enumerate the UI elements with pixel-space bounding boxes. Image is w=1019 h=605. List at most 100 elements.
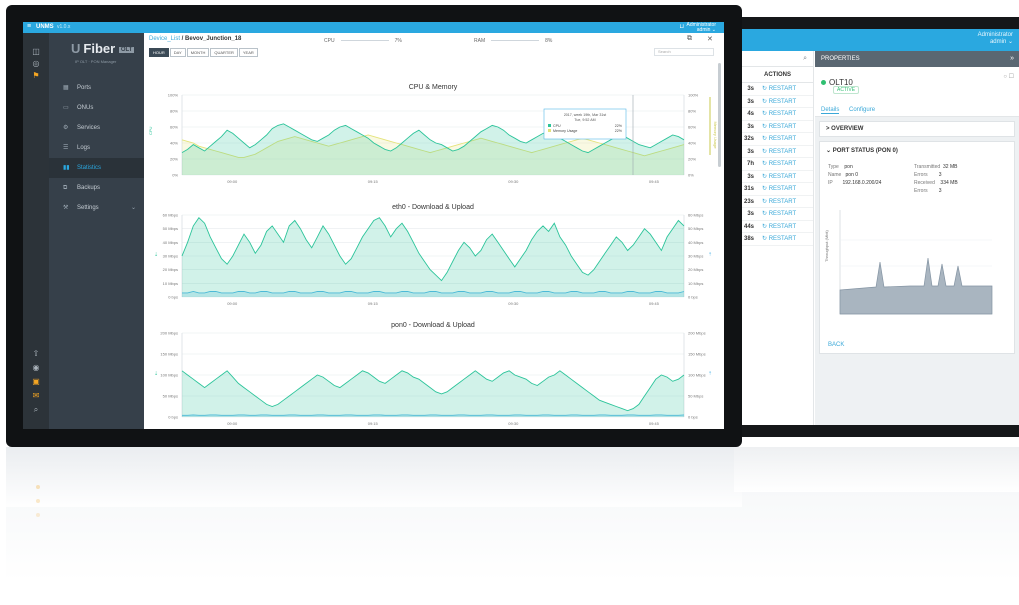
globe-icon[interactable]: ◎ bbox=[23, 59, 49, 68]
sidebar-item-services[interactable]: ⚙ Services bbox=[49, 118, 144, 138]
port-status-title[interactable]: ⌄ PORT STATUS (PON 0) bbox=[820, 142, 1014, 159]
device-row[interactable]: 23s ↻ RESTART bbox=[740, 196, 813, 209]
sidebar-item-backups[interactable]: ⧉ Backups bbox=[49, 178, 144, 198]
collapse-icon[interactable]: » bbox=[1010, 51, 1014, 67]
sidebar-item-settings[interactable]: ⚒ Settings ⌄ bbox=[49, 198, 144, 218]
restart-button[interactable]: ↻ RESTART bbox=[762, 121, 796, 134]
y2-tick-label: 200 Mbps bbox=[688, 331, 706, 336]
restart-button[interactable]: ↻ RESTART bbox=[762, 233, 796, 246]
device-row[interactable]: 38s ↻ RESTART bbox=[740, 233, 813, 246]
tooltip-series-name: Memory Usage bbox=[553, 129, 577, 133]
restart-icon: ↻ bbox=[762, 123, 769, 130]
fiber-logo: U Fiber OLT bbox=[71, 41, 135, 56]
user-role: Administrator bbox=[977, 32, 1013, 38]
app-version: v1.0.x bbox=[57, 24, 71, 30]
device-row[interactable]: 44s ↻ RESTART bbox=[740, 221, 813, 234]
alerts-icon[interactable]: ▣ bbox=[23, 377, 49, 386]
y2-tick-label: 100% bbox=[688, 93, 699, 98]
y-tick-label: 60 Mbps bbox=[163, 213, 178, 218]
uptime-suffix: 38s bbox=[743, 236, 754, 242]
statistics-charts: CPU & Memory 0% 0% 20% 20% 40% 40% 60% 60% 80% 80%… bbox=[148, 84, 718, 426]
restart-button[interactable]: ↻ RESTART bbox=[762, 221, 796, 234]
device-row[interactable]: 7h ↻ RESTART bbox=[740, 158, 813, 171]
messages-icon[interactable]: ✉ bbox=[23, 391, 49, 400]
restart-button[interactable]: ↻ RESTART bbox=[762, 196, 796, 209]
restart-button[interactable]: ↻ RESTART bbox=[762, 83, 796, 96]
y2-tick-label: 30 Mbps bbox=[688, 254, 703, 259]
device-row[interactable]: 4s ↻ RESTART bbox=[740, 108, 813, 121]
tooltip-swatch bbox=[548, 124, 551, 127]
restart-button[interactable]: ↻ RESTART bbox=[762, 133, 796, 146]
restart-button[interactable]: ↻ RESTART bbox=[762, 183, 796, 196]
main-screen: ≡ UNMS v1.0.x ⊔ Administrator admin ⌄ ◫ … bbox=[23, 22, 724, 429]
y-tick-label: 50 Mbps bbox=[163, 394, 178, 399]
menu-icon[interactable]: ≡ bbox=[27, 23, 31, 30]
device-row[interactable]: 31s ↻ RESTART bbox=[740, 183, 813, 196]
logo-subtitle: IP OLT · PON Manager bbox=[75, 59, 117, 64]
device-search[interactable]: ⌕ bbox=[740, 51, 813, 67]
restart-button[interactable]: ↻ RESTART bbox=[762, 108, 796, 121]
restart-button[interactable]: ↻ RESTART bbox=[762, 96, 796, 109]
user-menu[interactable]: Administrator admin ⌄ bbox=[687, 23, 716, 33]
device-row[interactable]: 3s ↻ RESTART bbox=[740, 96, 813, 109]
chart-title: eth0 - Download & Upload bbox=[392, 204, 474, 211]
x-tick-label: 09:30 bbox=[508, 421, 519, 426]
device-row[interactable]: 3s ↻ RESTART bbox=[740, 121, 813, 134]
dashboard-icon[interactable]: ◫ bbox=[23, 47, 49, 56]
restart-button[interactable]: ↻ RESTART bbox=[762, 158, 796, 171]
restart-button[interactable]: ↻ RESTART bbox=[762, 146, 796, 159]
tab-details[interactable]: Details bbox=[821, 107, 840, 114]
back-button[interactable]: BACK bbox=[828, 342, 844, 348]
x-tick-label: 09:30 bbox=[508, 179, 519, 184]
restart-icon: ↻ bbox=[762, 223, 769, 230]
device-row[interactable]: 3s ↻ RESTART bbox=[740, 146, 813, 159]
overview-section[interactable]: > OVERVIEW bbox=[819, 121, 1015, 137]
uptime-suffix: 32s bbox=[743, 136, 754, 142]
tooltip-swatch bbox=[548, 129, 551, 132]
upload-icon[interactable]: ⇧ bbox=[23, 349, 49, 358]
window-controls-icon[interactable]: ○ ☐ bbox=[1003, 73, 1014, 80]
app-brand[interactable]: UNMS bbox=[36, 24, 54, 30]
properties-header: PROPERTIES» bbox=[815, 51, 1019, 67]
sidebar-item-statistics[interactable]: ▮▮ Statistics bbox=[49, 158, 144, 178]
restart-icon: ↻ bbox=[762, 186, 769, 192]
y-tick-label: 0% bbox=[172, 173, 178, 178]
location-icon[interactable]: ◉ bbox=[23, 363, 49, 372]
floor-reflection bbox=[6, 447, 1019, 605]
sidebar-item-onus[interactable]: ▭ ONUs bbox=[49, 98, 144, 118]
user-icon[interactable]: ⊔ bbox=[679, 23, 684, 30]
search-icon[interactable]: ⌕ bbox=[23, 405, 49, 415]
restart-button[interactable]: ↻ RESTART bbox=[762, 208, 796, 221]
secondary-user[interactable]: Administrator admin ⌄ bbox=[978, 32, 1013, 46]
restart-icon: ↻ bbox=[762, 148, 769, 155]
device-row[interactable]: 3s ↻ RESTART bbox=[740, 171, 813, 184]
y-tick-label: 150 Mbps bbox=[160, 352, 178, 357]
device-row[interactable]: 3s ↻ RESTART bbox=[740, 83, 813, 96]
x-tick-label: 09:45 bbox=[649, 421, 660, 426]
upload-axis-icon: ⇡ bbox=[708, 371, 712, 377]
device-row[interactable]: 32s ↻ RESTART bbox=[740, 133, 813, 146]
tooltip-series-value: 22% bbox=[615, 129, 623, 133]
logs-icon: ☰ bbox=[63, 145, 69, 151]
restart-button[interactable]: ↻ RESTART bbox=[762, 171, 796, 184]
uptime-suffix: 4s bbox=[747, 111, 754, 117]
sidebar-item-logs[interactable]: ☰ Logs bbox=[49, 138, 144, 158]
sidebar-item-ports[interactable]: ▦ Ports bbox=[49, 78, 144, 98]
x-tick-label: 09:15 bbox=[368, 301, 379, 306]
y-tick-label: 0 bps bbox=[168, 415, 178, 420]
tooltip-title: 2017, week 19th, Mar 31st bbox=[564, 113, 606, 117]
properties-panel: PROPERTIES» OLT10 ACTIVE ○ ☐ Details Con… bbox=[815, 51, 1019, 425]
y-tick-label: 100% bbox=[168, 93, 179, 98]
traffic-errors-tx: Errors 3 bbox=[914, 172, 942, 178]
tab-configure[interactable]: Configure bbox=[849, 107, 875, 113]
y2-tick-label: 40 Mbps bbox=[688, 240, 703, 245]
x-tick-label: 09:15 bbox=[368, 421, 379, 426]
chart-title: CPU & Memory bbox=[409, 84, 458, 91]
devices-notification-icon[interactable]: ⚑ bbox=[23, 71, 49, 80]
icon-rail: ◫ ◎ ⚑ ⇧ ◉ ▣ ✉ ⌕ bbox=[23, 33, 49, 429]
y2-tick-label: 50 Mbps bbox=[688, 394, 703, 399]
y-tick-label: 0 bps bbox=[168, 295, 178, 300]
device-row[interactable]: 3s ↻ RESTART bbox=[740, 208, 813, 221]
upload-axis-icon: ⇡ bbox=[708, 252, 712, 258]
main-monitor-reflection bbox=[6, 447, 742, 507]
